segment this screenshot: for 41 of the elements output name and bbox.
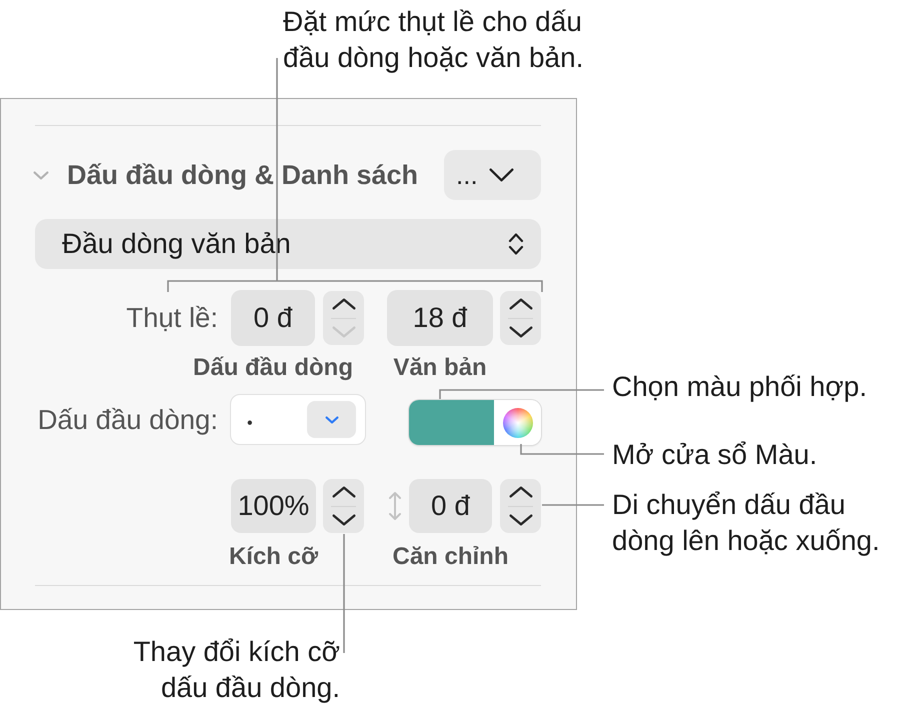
callout-text: Đặt mức thụt lề cho dấu đầu dòng hoặc văn bản. — [283, 5, 584, 75]
list-style-popup[interactable]: Đầu dòng văn bản — [35, 219, 541, 269]
callout-text: Mở cửa sổ Màu. — [612, 438, 818, 472]
bullet-label: Dấu đầu dòng: — [36, 402, 218, 437]
callout-text: Chọn màu phối hợp. — [612, 370, 867, 404]
stepper[interactable] — [323, 291, 364, 345]
color-wheel-icon — [502, 408, 532, 438]
field-caption: Kích cỡ — [228, 543, 318, 571]
chevron-down-icon — [33, 170, 49, 180]
chevron-down-icon — [508, 326, 532, 338]
vertical-arrows-icon — [388, 491, 402, 521]
size-field[interactable]: 100% — [231, 479, 316, 533]
leader-line — [542, 504, 604, 506]
chevron-down-icon — [332, 514, 356, 526]
chevron-up-icon — [332, 486, 356, 498]
indent-field[interactable]: 18 đ — [387, 290, 493, 346]
chevron-down-icon — [332, 326, 356, 338]
stepper[interactable] — [323, 479, 364, 533]
stepper[interactable] — [500, 291, 541, 345]
field-caption: Dấu đầu dòng — [193, 354, 353, 382]
chevron-up-icon — [508, 486, 532, 498]
callout-text: Di chuyển dấu đầu dòng lên hoặc xuống. — [612, 488, 880, 558]
bullet-popup[interactable]: • — [230, 394, 366, 445]
field-caption: Văn bản — [393, 354, 487, 382]
colors-window-button[interactable] — [494, 400, 541, 445]
up-down-chevron-icon — [508, 232, 524, 256]
chevron-down-icon — [488, 168, 514, 182]
field-caption: Căn chỉnh — [392, 543, 509, 571]
chevron-down-icon — [508, 514, 532, 526]
bullet-value: • — [247, 414, 253, 432]
section-title: Dấu đầu dòng & Danh sách — [67, 160, 420, 190]
menu-button[interactable]: ... — [444, 150, 541, 200]
chevron-up-icon — [332, 298, 356, 310]
chevron-up-icon — [508, 298, 532, 310]
chevron-down-icon — [324, 416, 338, 424]
indent-label: Thụt lề: — [125, 301, 218, 335]
stepper[interactable] — [500, 479, 541, 533]
alignment-field[interactable]: 0 đ — [409, 479, 492, 533]
indent-field[interactable]: 0 đ — [231, 290, 315, 346]
color-swatch[interactable] — [409, 400, 494, 445]
callout-text: Thay đổi kích cỡ dấu đầu dòng. — [133, 635, 340, 705]
